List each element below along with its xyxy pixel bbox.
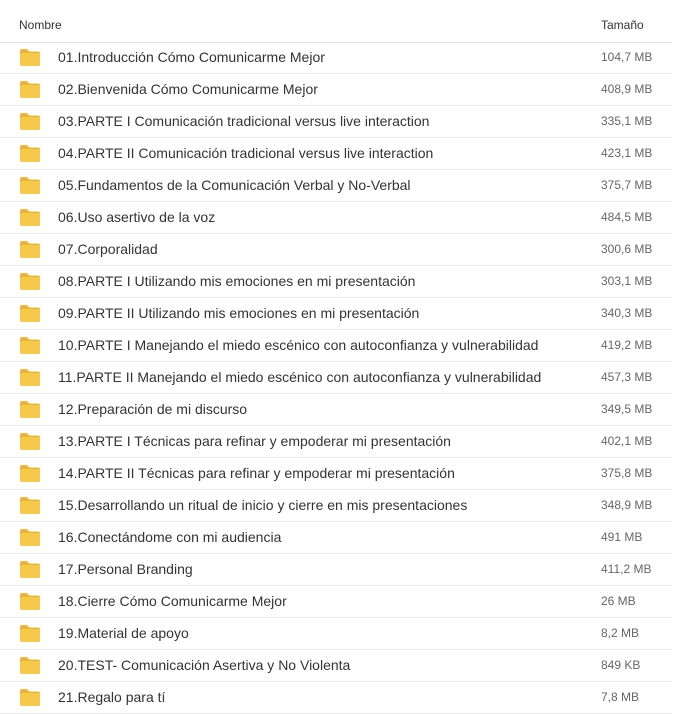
folder-name[interactable]: 16.Conectándome con mi audiencia bbox=[58, 522, 281, 553]
folder-size: 419,2 MB bbox=[601, 338, 653, 352]
folder-size: 348,9 MB bbox=[601, 498, 653, 512]
folder-name[interactable]: 17.Personal Branding bbox=[58, 554, 193, 585]
folder-name[interactable]: 19.Material de apoyo bbox=[58, 618, 189, 649]
folder-size: 335,1 MB bbox=[601, 114, 653, 128]
folder-icon[interactable] bbox=[20, 401, 40, 418]
folder-icon[interactable] bbox=[20, 689, 40, 706]
folder-size: 402,1 MB bbox=[601, 434, 653, 448]
folder-icon[interactable] bbox=[20, 49, 40, 66]
folder-icon[interactable] bbox=[20, 433, 40, 450]
folder-icon[interactable] bbox=[20, 113, 40, 130]
folder-icon[interactable] bbox=[20, 657, 40, 674]
folder-name[interactable]: 21.Regalo para tí bbox=[58, 682, 165, 713]
folder-size: 375,8 MB bbox=[601, 466, 653, 480]
folder-row[interactable]: 18.Cierre Cómo Comunicarme Mejor 26 MB bbox=[0, 586, 672, 618]
folder-row[interactable]: 15.Desarrollando un ritual de inicio y c… bbox=[0, 490, 672, 522]
folder-size: 375,7 MB bbox=[601, 178, 653, 192]
folder-icon[interactable] bbox=[20, 305, 40, 322]
folder-name[interactable]: 07.Corporalidad bbox=[58, 234, 158, 265]
folder-icon[interactable] bbox=[20, 529, 40, 546]
folder-row[interactable]: 02.Bienvenida Cómo Comunicarme Mejor 408,… bbox=[0, 74, 672, 106]
folder-name[interactable]: 02.Bienvenida Cómo Comunicarme Mejor bbox=[58, 74, 318, 105]
file-list: Nombre Tamaño 01.Introducción Cómo Comun… bbox=[0, 0, 682, 716]
folder-size: 8,2 MB bbox=[601, 626, 640, 640]
folder-row[interactable]: 05.Fundamentos de la Comunicación Verbal… bbox=[0, 170, 672, 202]
folder-row[interactable]: 09.PARTE II Utilizando mis emociones en … bbox=[0, 298, 672, 330]
folder-name[interactable]: 20.TEST- Comunicación Asertiva y No Viol… bbox=[58, 650, 350, 681]
folder-size: 849 KB bbox=[601, 658, 641, 672]
folder-name[interactable]: 09.PARTE II Utilizando mis emociones en … bbox=[58, 298, 419, 329]
folder-icon[interactable] bbox=[20, 241, 40, 258]
folder-size: 491 MB bbox=[601, 530, 643, 544]
column-header-name[interactable]: Nombre bbox=[19, 18, 62, 32]
folder-size: 303,1 MB bbox=[601, 274, 653, 288]
folder-row[interactable]: 11.PARTE II Manejando el miedo escénico … bbox=[0, 362, 672, 394]
folder-icon[interactable] bbox=[20, 465, 40, 482]
folder-name[interactable]: 15.Desarrollando un ritual de inicio y c… bbox=[58, 490, 467, 521]
folder-row[interactable]: 20.TEST- Comunicación Asertiva y No Viol… bbox=[0, 650, 672, 682]
folder-name[interactable]: 10.PARTE I Manejando el miedo escénico c… bbox=[58, 330, 538, 361]
folder-icon[interactable] bbox=[20, 497, 40, 514]
folder-row[interactable]: 10.PARTE I Manejando el miedo escénico c… bbox=[0, 330, 672, 362]
folder-row[interactable]: 17.Personal Branding 411,2 MB bbox=[0, 554, 672, 586]
folder-size: 411,2 MB bbox=[601, 562, 652, 576]
folder-row[interactable]: 08.PARTE I Utilizando mis emociones en m… bbox=[0, 266, 672, 298]
folder-row[interactable]: 13.PARTE I Técnicas para refinar y empod… bbox=[0, 426, 672, 458]
folder-name[interactable]: 04.PARTE II Comunicación tradicional ver… bbox=[58, 138, 433, 169]
folder-name[interactable]: 14.PARTE II Técnicas para refinar y empo… bbox=[58, 458, 455, 489]
folder-name[interactable]: 05.Fundamentos de la Comunicación Verbal… bbox=[58, 170, 411, 201]
folder-size: 104,7 MB bbox=[601, 50, 653, 64]
folder-icon[interactable] bbox=[20, 177, 40, 194]
folder-icon[interactable] bbox=[20, 625, 40, 642]
folder-row[interactable]: 07.Corporalidad 300,6 MB bbox=[0, 234, 672, 266]
folder-icon[interactable] bbox=[20, 337, 40, 354]
folder-name[interactable]: 18.Cierre Cómo Comunicarme Mejor bbox=[58, 586, 287, 617]
folder-name[interactable]: 01.Introducción Cómo Comunicarme Mejor bbox=[58, 42, 325, 73]
list-header: Nombre Tamaño bbox=[0, 8, 672, 43]
folder-icon[interactable] bbox=[20, 81, 40, 98]
folder-name[interactable]: 12.Preparación de mi discurso bbox=[58, 394, 247, 425]
folder-size: 300,6 MB bbox=[601, 242, 653, 256]
folder-size: 349,5 MB bbox=[601, 402, 653, 416]
folder-name[interactable]: 08.PARTE I Utilizando mis emociones en m… bbox=[58, 266, 415, 297]
folder-name[interactable]: 13.PARTE I Técnicas para refinar y empod… bbox=[58, 426, 451, 457]
column-header-size[interactable]: Tamaño bbox=[601, 18, 644, 32]
folder-row[interactable]: 19.Material de apoyo 8,2 MB bbox=[0, 618, 672, 650]
folder-icon[interactable] bbox=[20, 561, 40, 578]
folder-size: 408,9 MB bbox=[601, 82, 653, 96]
folder-row[interactable]: 06.Uso asertivo de la voz 484,5 MB bbox=[0, 202, 672, 234]
folder-icon[interactable] bbox=[20, 369, 40, 386]
folder-icon[interactable] bbox=[20, 209, 40, 226]
folder-size: 340,3 MB bbox=[601, 306, 653, 320]
folder-name[interactable]: 06.Uso asertivo de la voz bbox=[58, 202, 215, 233]
folder-icon[interactable] bbox=[20, 273, 40, 290]
folder-row[interactable]: 21.Regalo para tí 7,8 MB bbox=[0, 682, 672, 714]
folder-row[interactable]: 03.PARTE I Comunicación tradicional vers… bbox=[0, 106, 672, 138]
folder-row[interactable]: 12.Preparación de mi discurso 349,5 MB bbox=[0, 394, 672, 426]
folder-size: 7,8 MB bbox=[601, 690, 640, 704]
folder-size: 26 MB bbox=[601, 594, 636, 608]
folder-row[interactable]: 16.Conectándome con mi audiencia 491 MB bbox=[0, 522, 672, 554]
folder-icon[interactable] bbox=[20, 145, 40, 162]
folder-name[interactable]: 11.PARTE II Manejando el miedo escénico … bbox=[58, 362, 541, 393]
folder-row[interactable]: 14.PARTE II Técnicas para refinar y empo… bbox=[0, 458, 672, 490]
folder-size: 484,5 MB bbox=[601, 210, 653, 224]
folder-size: 457,3 MB bbox=[601, 370, 653, 384]
folder-row[interactable]: 01.Introducción Cómo Comunicarme Mejor 10… bbox=[0, 42, 672, 74]
folder-row[interactable]: 04.PARTE II Comunicación tradicional ver… bbox=[0, 138, 672, 170]
folder-name[interactable]: 03.PARTE I Comunicación tradicional vers… bbox=[58, 106, 429, 137]
file-rows: 01.Introducción Cómo Comunicarme Mejor 10… bbox=[0, 42, 672, 714]
folder-icon[interactable] bbox=[20, 593, 40, 610]
folder-size: 423,1 MB bbox=[601, 146, 653, 160]
